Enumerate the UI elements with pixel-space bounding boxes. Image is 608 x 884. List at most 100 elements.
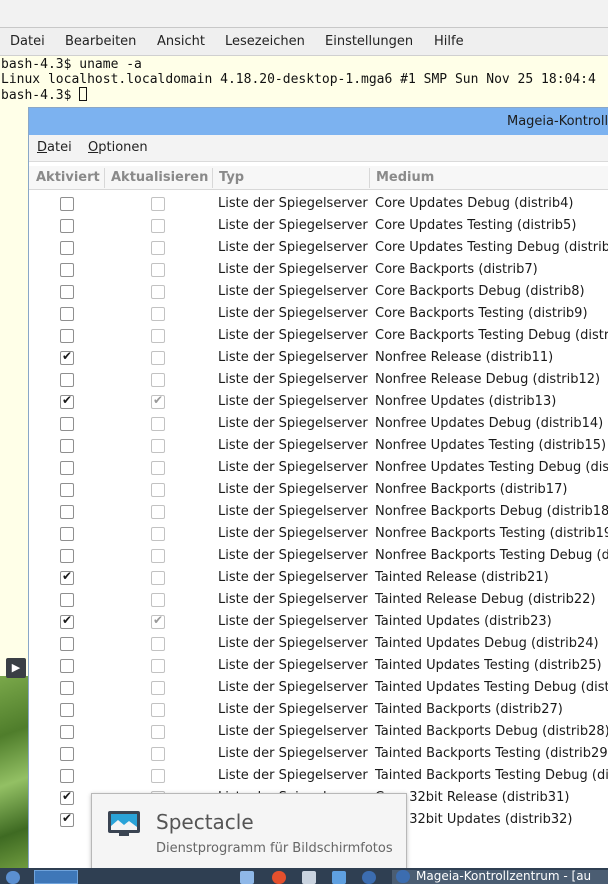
enabled-checkbox[interactable] <box>60 703 74 717</box>
update-checkbox[interactable] <box>151 439 165 453</box>
media-table[interactable]: Liste der SpiegelserverCore Release Debu… <box>29 166 608 869</box>
menu-lesezeichen[interactable]: Lesezeichen <box>225 34 305 49</box>
update-checkbox[interactable] <box>151 703 165 717</box>
table-row[interactable]: Liste der Spiegelserver Tainted Backports… <box>29 721 608 743</box>
terminal-output[interactable]: bash-4.3$ uname -a Linux localhost.locald… <box>1 57 596 103</box>
table-row[interactable]: Liste der Spiegelserver Tainted Backports… <box>29 765 608 787</box>
enabled-checkbox[interactable] <box>60 725 74 739</box>
update-checkbox[interactable] <box>151 461 165 475</box>
dialog-titlebar[interactable]: Mageia-Kontroll <box>29 108 608 135</box>
update-checkbox[interactable] <box>151 417 165 431</box>
table-row[interactable]: Liste der Spiegelserver Tainted Backports… <box>29 743 608 765</box>
dialog-menu-datei[interactable]: Datei <box>37 140 72 155</box>
enabled-checkbox[interactable] <box>60 527 74 541</box>
table-row[interactable]: Liste der Spiegelserver Tainted Release (… <box>29 567 608 589</box>
enabled-checkbox[interactable] <box>60 569 74 585</box>
update-checkbox[interactable] <box>151 483 165 497</box>
table-row[interactable]: Liste der Spiegelserver Tainted Updates D… <box>29 633 608 655</box>
column-header-aktualisieren[interactable]: Aktualisieren <box>111 170 208 185</box>
table-row[interactable]: Liste der Spiegelserver Nonfree Updates D… <box>29 413 608 435</box>
update-checkbox[interactable] <box>151 393 165 409</box>
table-row[interactable]: Liste der Spiegelserver Nonfree Backports… <box>29 545 608 567</box>
taskbar-task-mageia[interactable]: Mageia-Kontrollzentrum - [au <box>392 869 608 884</box>
column-header-aktiviert[interactable]: Aktiviert <box>36 170 100 185</box>
menu-bearbeiten[interactable]: Bearbeiten <box>65 34 136 49</box>
enabled-checkbox[interactable] <box>60 461 74 475</box>
settings-icon[interactable] <box>362 871 376 884</box>
enabled-checkbox[interactable] <box>60 613 74 629</box>
table-row[interactable]: Liste der Spiegelserver Core Backports De… <box>29 281 608 303</box>
update-checkbox[interactable] <box>151 527 165 541</box>
notification-popup[interactable]: Spectacle Dienstprogramm für Bildschirmf… <box>91 793 407 869</box>
update-checkbox[interactable] <box>151 263 165 277</box>
enabled-checkbox[interactable] <box>60 681 74 695</box>
enabled-checkbox[interactable] <box>60 241 74 255</box>
table-row[interactable]: Liste der Spiegelserver Core Backports Te… <box>29 325 608 347</box>
table-row[interactable]: Liste der Spiegelserver Nonfree Updates T… <box>29 457 608 479</box>
table-row[interactable]: Liste der Spiegelserver Nonfree Release D… <box>29 369 608 391</box>
enabled-checkbox[interactable] <box>60 285 74 299</box>
update-checkbox[interactable] <box>151 285 165 299</box>
enabled-checkbox[interactable] <box>60 505 74 519</box>
enabled-checkbox[interactable] <box>60 593 74 607</box>
table-row[interactable]: Liste der Spiegelserver Tainted Backports… <box>29 699 608 721</box>
enabled-checkbox[interactable] <box>60 637 74 651</box>
enabled-checkbox[interactable] <box>60 307 74 321</box>
folder-icon[interactable] <box>332 871 346 884</box>
update-checkbox[interactable] <box>151 593 165 607</box>
table-row[interactable]: Liste der Spiegelserver Core Backports (d… <box>29 259 608 281</box>
update-checkbox[interactable] <box>151 659 165 673</box>
files-icon[interactable] <box>240 871 254 884</box>
enabled-checkbox[interactable] <box>60 789 74 805</box>
enabled-checkbox[interactable] <box>60 811 74 827</box>
enabled-checkbox[interactable] <box>60 549 74 563</box>
table-row[interactable]: Liste der Spiegelserver Core Updates Debu… <box>29 193 608 215</box>
update-checkbox[interactable] <box>151 613 165 629</box>
terminal-titlebar[interactable] <box>0 0 608 28</box>
virtual-desktop-active[interactable] <box>34 870 78 884</box>
update-checkbox[interactable] <box>151 197 165 211</box>
table-row[interactable]: Liste der Spiegelserver Core Updates Test… <box>29 237 608 259</box>
update-checkbox[interactable] <box>151 307 165 321</box>
enabled-checkbox[interactable] <box>60 483 74 497</box>
enabled-checkbox[interactable] <box>60 373 74 387</box>
enabled-checkbox[interactable] <box>60 659 74 673</box>
update-checkbox[interactable] <box>151 571 165 585</box>
table-row[interactable]: Liste der Spiegelserver Tainted Updates T… <box>29 655 608 677</box>
table-row[interactable]: Liste der Spiegelserver Nonfree Updates (… <box>29 391 608 413</box>
menu-ansicht[interactable]: Ansicht <box>157 34 205 49</box>
table-row[interactable]: Liste der Spiegelserver Tainted Updates T… <box>29 677 608 699</box>
enabled-checkbox[interactable] <box>60 349 74 365</box>
enabled-checkbox[interactable] <box>60 197 74 211</box>
menu-hilfe[interactable]: Hilfe <box>434 34 464 49</box>
table-row[interactable]: Liste der Spiegelserver Nonfree Release (… <box>29 347 608 369</box>
browser-icon[interactable] <box>272 871 286 884</box>
enabled-checkbox[interactable] <box>60 417 74 431</box>
table-row[interactable]: Liste der Spiegelserver Nonfree Backports… <box>29 479 608 501</box>
update-checkbox[interactable] <box>151 241 165 255</box>
update-checkbox[interactable] <box>151 351 165 365</box>
launcher-icon[interactable] <box>6 871 20 884</box>
table-row[interactable]: Liste der Spiegelserver Nonfree Backports… <box>29 523 608 545</box>
table-row[interactable]: Liste der Spiegelserver Tainted Release D… <box>29 589 608 611</box>
update-checkbox[interactable] <box>151 219 165 233</box>
column-header-medium[interactable]: Medium <box>376 170 434 185</box>
dialog-menu-optionen[interactable]: Optionen <box>88 140 148 155</box>
update-checkbox[interactable] <box>151 329 165 343</box>
menu-datei[interactable]: Datei <box>10 34 45 49</box>
table-row[interactable]: Liste der Spiegelserver Tainted Updates (… <box>29 611 608 633</box>
enabled-checkbox[interactable] <box>60 769 74 783</box>
enabled-checkbox[interactable] <box>60 329 74 343</box>
enabled-checkbox[interactable] <box>60 393 74 409</box>
enabled-checkbox[interactable] <box>60 747 74 761</box>
update-checkbox[interactable] <box>151 505 165 519</box>
app-icon[interactable] <box>302 871 316 884</box>
table-row[interactable]: Liste der Spiegelserver Nonfree Updates T… <box>29 435 608 457</box>
table-row[interactable]: Liste der Spiegelserver Core Updates Test… <box>29 215 608 237</box>
update-checkbox[interactable] <box>151 747 165 761</box>
update-checkbox[interactable] <box>151 725 165 739</box>
table-row[interactable]: Liste der Spiegelserver Core Backports Te… <box>29 303 608 325</box>
enabled-checkbox[interactable] <box>60 439 74 453</box>
update-checkbox[interactable] <box>151 549 165 563</box>
enabled-checkbox[interactable] <box>60 219 74 233</box>
